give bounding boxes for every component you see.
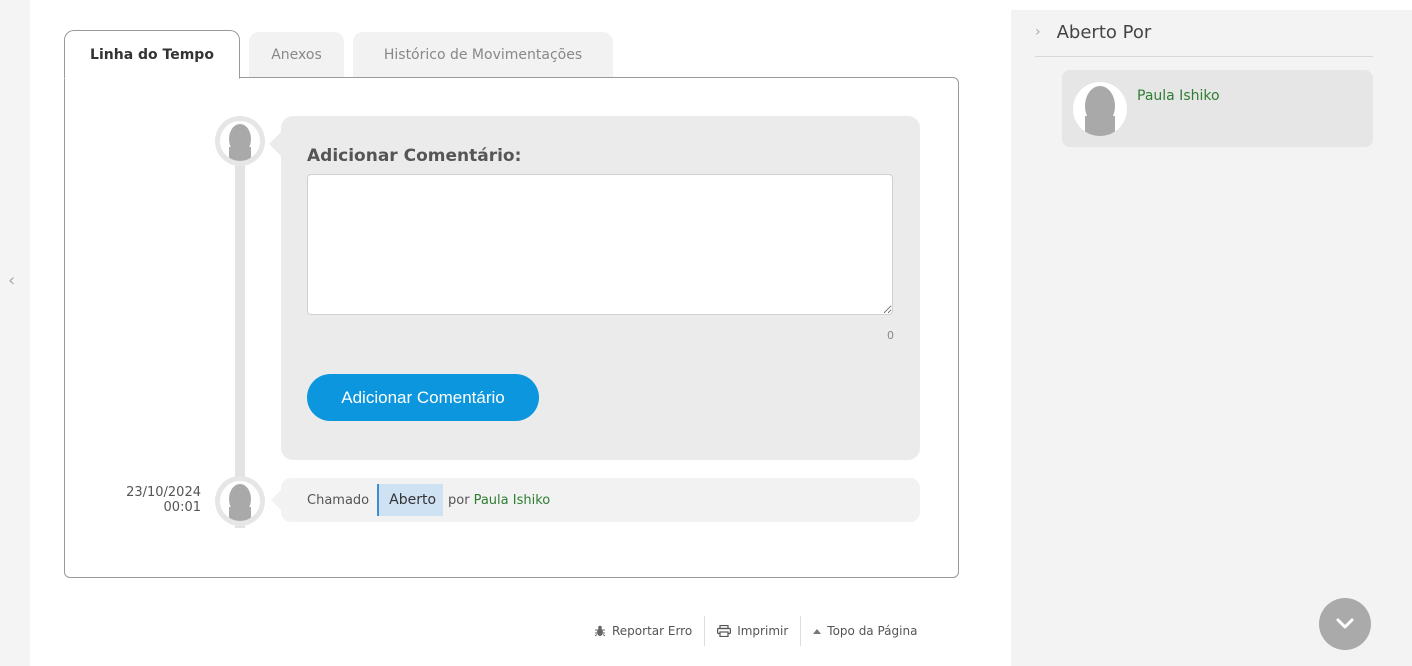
timeline-event-row: Chamado Aberto por Paula Ishiko bbox=[271, 478, 920, 522]
chevron-left-icon[interactable]: ‹ bbox=[8, 270, 15, 291]
tab-linha-do-tempo[interactable]: Linha do Tempo bbox=[64, 30, 240, 79]
timeline-panel: Adicionar Comentário: 0 Adicionar Coment… bbox=[64, 77, 959, 578]
sidebar-section-title: Aberto Por bbox=[1056, 21, 1152, 43]
event-type: Chamado bbox=[307, 492, 370, 508]
tab-anexos[interactable]: Anexos bbox=[249, 32, 344, 77]
print-label: Imprimir bbox=[737, 624, 789, 638]
comment-textarea[interactable] bbox=[307, 174, 893, 315]
user-silhouette-icon bbox=[1085, 86, 1115, 136]
avatar bbox=[215, 116, 265, 166]
printer-icon bbox=[717, 625, 732, 637]
aberto-por-header[interactable]: › Aberto Por bbox=[1035, 20, 1373, 57]
avatar bbox=[1073, 82, 1127, 136]
page-footer: Reportar Erro Imprimir Topo da Página bbox=[582, 616, 929, 646]
user-silhouette-icon bbox=[229, 484, 251, 521]
event-date: 23/10/2024 bbox=[126, 485, 201, 500]
left-collapse-strip[interactable]: ‹ bbox=[0, 0, 30, 666]
print-link[interactable]: Imprimir bbox=[705, 624, 800, 638]
chevron-right-icon: › bbox=[1035, 24, 1041, 40]
caret-up-icon bbox=[813, 629, 822, 634]
add-comment-button[interactable]: Adicionar Comentário bbox=[307, 374, 539, 421]
avatar bbox=[215, 476, 265, 526]
status-badge: Aberto bbox=[377, 484, 444, 516]
opened-by-card: Paula Ishiko bbox=[1062, 70, 1373, 147]
timeline-line bbox=[235, 138, 245, 528]
scroll-down-button[interactable] bbox=[1319, 598, 1371, 650]
report-error-label: Reportar Erro bbox=[612, 624, 693, 638]
event-by-label: por bbox=[448, 492, 470, 508]
top-of-page-link[interactable]: Topo da Página bbox=[801, 624, 929, 638]
add-comment-box: Adicionar Comentário: 0 Adicionar Coment… bbox=[269, 116, 920, 460]
top-of-page-label: Topo da Página bbox=[827, 624, 918, 638]
char-count: 0 bbox=[887, 329, 894, 342]
user-silhouette-icon bbox=[229, 124, 251, 161]
event-datetime: 23/10/2024 00:01 bbox=[93, 485, 201, 515]
bug-icon bbox=[594, 625, 606, 637]
tab-historico-movimentacoes[interactable]: Histórico de Movimentações bbox=[353, 32, 613, 77]
comment-title: Adicionar Comentário: bbox=[307, 146, 522, 166]
opened-by-user-link[interactable]: Paula Ishiko bbox=[1137, 88, 1220, 104]
event-time: 00:01 bbox=[163, 500, 201, 515]
chevron-down-icon bbox=[1336, 618, 1354, 629]
report-error-link[interactable]: Reportar Erro bbox=[582, 624, 704, 638]
event-user-link[interactable]: Paula Ishiko bbox=[474, 493, 551, 508]
right-sidebar: › Aberto Por Paula Ishiko bbox=[1011, 10, 1412, 666]
